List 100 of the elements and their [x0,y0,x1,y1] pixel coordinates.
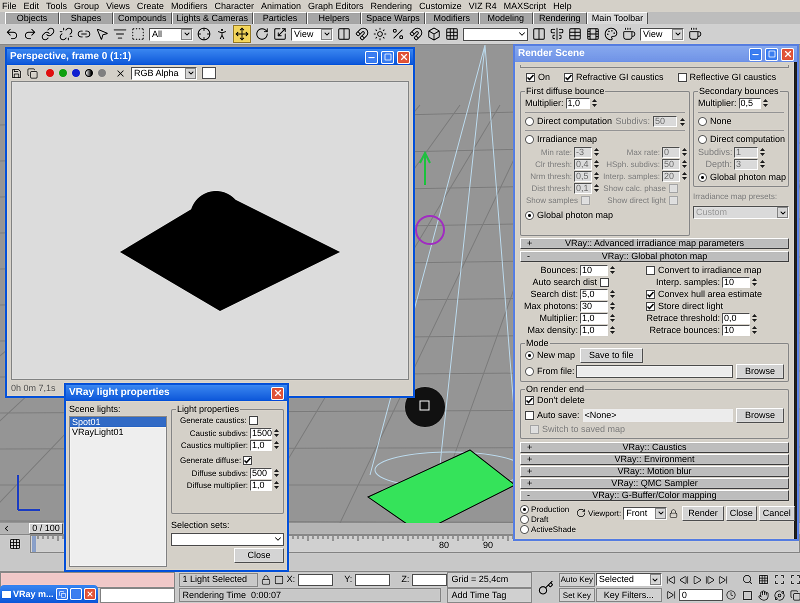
input-field[interactable] [412,574,448,586]
spinner-arrows-icon[interactable] [682,171,687,181]
spinner-arrows-icon[interactable] [680,116,685,126]
zoom-extents-all-icon[interactable] [790,574,800,586]
rollout-header[interactable]: - VRay:: G-Buffer/Color mapping [520,490,789,501]
radio-button[interactable] [520,514,529,524]
close-button[interactable] [781,48,794,60]
key-icon[interactable] [538,580,554,596]
orbit-icon[interactable] [774,590,785,601]
spinner-arrows-icon[interactable] [610,313,615,323]
redo-icon[interactable] [23,27,37,41]
box-icon[interactable] [427,27,441,41]
auto-key-button[interactable]: Auto Key [558,572,595,587]
time-config-icon[interactable] [726,590,736,600]
spinner-arrows-icon[interactable] [592,98,597,108]
input-field[interactable]: 30 [580,300,608,312]
scale-icon[interactable] [273,27,287,41]
file-path-field[interactable]: <None> [582,408,733,422]
input-field[interactable]: 20 [662,170,680,182]
menu-item[interactable]: Character [214,2,254,10]
minimized-window[interactable]: VRay m... [0,585,98,603]
input-field[interactable]: 50 [662,158,680,170]
input-field[interactable]: 10 [580,264,608,276]
input-field[interactable] [298,574,334,586]
unlink-icon[interactable] [59,27,73,41]
checkbox[interactable] [564,72,574,82]
command-tab[interactable]: Lights & Cameras [172,12,254,24]
input-field[interactable]: 1,0 [580,312,608,324]
go-to-start-icon[interactable] [666,574,676,585]
clear-icon[interactable] [115,68,126,78]
command-tab[interactable]: Rendering [532,12,587,24]
maximize-button[interactable] [381,50,394,64]
menu-item[interactable]: Create [136,2,164,10]
monochrome-icon[interactable] [85,69,93,77]
menu-item[interactable]: Group [74,2,100,10]
rotate-icon[interactable] [255,27,269,41]
spinner-arrows-icon[interactable] [274,468,279,478]
radio-button[interactable] [698,172,707,182]
play-icon[interactable] [692,574,702,585]
align-icon[interactable] [550,27,564,41]
copy-icon[interactable] [27,68,38,78]
input-field[interactable]: 0,1 [574,182,592,194]
spinner-arrows-icon[interactable] [610,265,615,275]
menu-item[interactable]: Rendering [370,2,412,10]
rollout-header[interactable]: - VRay:: Global photon map [520,251,789,262]
close-button[interactable] [397,50,410,64]
checkbox[interactable] [526,72,535,82]
lock-icon[interactable] [669,508,678,518]
command-tab[interactable]: Compounds [113,12,172,24]
zoom-icon[interactable] [742,574,753,586]
input-field[interactable]: 0 [678,589,723,602]
undo-icon[interactable] [5,27,19,41]
input-field[interactable]: 0,5 [574,170,592,182]
checkbox[interactable] [248,416,258,425]
radio-button[interactable] [698,135,707,144]
lock-icon[interactable] [260,574,271,585]
close-button[interactable] [271,386,284,400]
spinner-arrows-icon[interactable] [594,159,599,169]
rollout-header[interactable]: + VRay:: Advanced irradiance map parameters [520,238,789,249]
menu-item[interactable]: Tools [46,2,68,10]
add-time-tag-button[interactable]: Add Time Tag [447,588,532,603]
spinner-arrows-icon[interactable] [274,480,279,490]
spinner-arrows-icon[interactable] [594,183,599,193]
spinner-arrows-icon[interactable] [682,159,687,169]
palette-icon[interactable] [604,27,618,41]
push-button[interactable]: Browse [736,408,784,422]
checkbox[interactable] [646,302,655,310]
spinner-arrows-icon[interactable] [610,325,615,335]
maximize-button[interactable] [70,588,82,600]
radio-button[interactable] [520,504,529,514]
menu-item[interactable]: Views [106,2,130,10]
input-field[interactable]: 1,0 [250,480,272,490]
figure-icon[interactable] [215,27,229,41]
script-output-field[interactable] [100,588,176,603]
table-icon[interactable] [568,27,582,41]
list-item[interactable]: Spot01 [70,417,166,427]
push-button[interactable]: Browse [736,364,784,378]
time-slider-thumb[interactable]: 0 / 100 [29,523,63,534]
dropdown[interactable]: Selected [596,573,662,586]
push-button[interactable]: Render [682,506,724,520]
command-tab[interactable]: Shapes [59,12,113,24]
menu-item[interactable]: Help [553,2,572,10]
pan-icon[interactable] [758,590,769,601]
input-field[interactable]: 50 [653,116,677,127]
input-field[interactable]: 0,5 [738,98,761,108]
checkbox[interactable] [646,266,655,274]
menu-item[interactable]: VIZ R4 [468,2,497,10]
checkbox[interactable] [525,396,534,405]
cursor-icon[interactable] [95,27,109,41]
selection-sets-dropdown[interactable] [171,533,284,546]
radio-button[interactable] [520,524,529,534]
checkbox[interactable] [669,184,678,192]
menu-item[interactable]: MAXScript [504,2,546,10]
checkbox[interactable] [581,196,590,204]
radio-button[interactable] [525,210,534,220]
rollout-header[interactable]: + VRay:: QMC Sampler [520,478,789,489]
script-listener-field[interactable] [0,572,176,588]
push-button[interactable]: Close [726,506,757,520]
checkbox[interactable] [678,72,687,82]
refresh-icon[interactable] [576,508,586,518]
